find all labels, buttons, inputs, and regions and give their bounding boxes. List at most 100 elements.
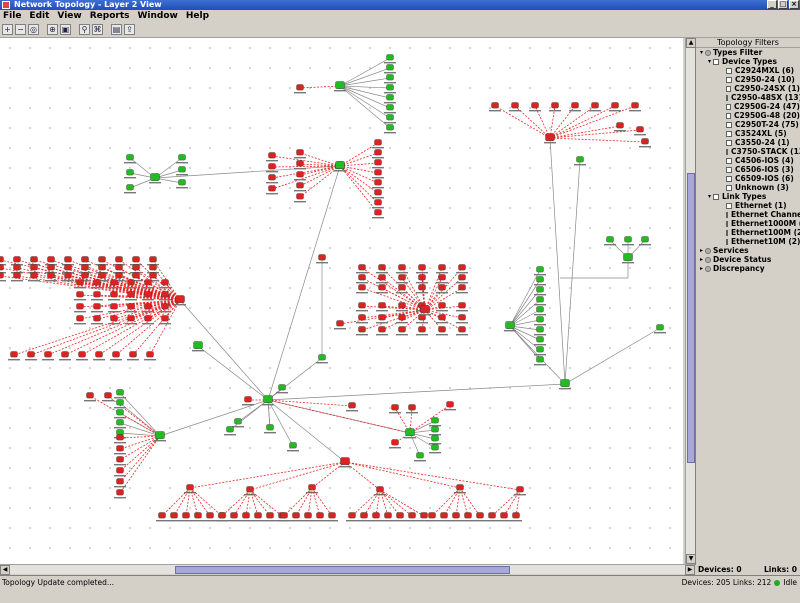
device-node-down[interactable] xyxy=(408,404,416,411)
device-node-down[interactable] xyxy=(98,272,106,279)
device-type-checkbox[interactable] xyxy=(726,121,732,128)
device-node-down[interactable] xyxy=(500,512,508,519)
close-button[interactable]: × xyxy=(789,0,799,9)
device-node-down[interactable] xyxy=(440,512,448,519)
device-node-down[interactable] xyxy=(318,254,326,261)
link-line[interactable] xyxy=(549,125,621,139)
device-node-down[interactable] xyxy=(641,138,649,145)
device-node-down[interactable] xyxy=(116,456,124,463)
maximize-button[interactable]: □ xyxy=(778,0,788,9)
zoom-out-icon[interactable]: − xyxy=(15,24,26,35)
minimize-button[interactable]: _ xyxy=(767,0,777,9)
device-node-down[interactable] xyxy=(268,185,276,192)
device-node-down[interactable] xyxy=(81,256,89,263)
link-line[interactable] xyxy=(339,162,379,167)
device-node-down[interactable] xyxy=(30,256,38,263)
device-node-up[interactable] xyxy=(560,379,570,387)
device-types-node[interactable]: ▾ Device Types xyxy=(696,57,800,66)
device-node-down[interactable] xyxy=(296,193,304,200)
device-node-down[interactable] xyxy=(64,264,72,271)
device-node-down[interactable] xyxy=(418,284,426,291)
device-node-up[interactable] xyxy=(431,417,439,424)
device-node-down[interactable] xyxy=(545,133,555,141)
device-node-down[interactable] xyxy=(268,174,276,181)
link-line[interactable] xyxy=(379,489,401,517)
device-node-down[interactable] xyxy=(418,274,426,281)
link-line[interactable] xyxy=(311,461,346,489)
device-node-down[interactable] xyxy=(81,272,89,279)
device-node-up[interactable] xyxy=(178,154,186,161)
device-node-down[interactable] xyxy=(372,512,380,519)
link-line[interactable] xyxy=(509,279,541,327)
link-type-checkbox[interactable] xyxy=(726,229,728,236)
device-node-down[interactable] xyxy=(398,274,406,281)
device-type-item[interactable]: C6506-IOS (3) xyxy=(696,165,800,174)
device-node-up[interactable] xyxy=(624,236,632,243)
device-node-down[interactable] xyxy=(268,152,276,159)
device-node-down[interactable] xyxy=(340,457,350,465)
device-node-down[interactable] xyxy=(110,315,118,322)
link-type-checkbox[interactable] xyxy=(726,202,732,209)
device-node-down[interactable] xyxy=(98,264,106,271)
expand-icon[interactable]: ▸ xyxy=(698,246,705,255)
device-node-down[interactable] xyxy=(30,272,38,279)
device-node-down[interactable] xyxy=(110,303,118,310)
device-node-down[interactable] xyxy=(146,351,154,358)
device-node-down[interactable] xyxy=(13,272,21,279)
device-node-up[interactable] xyxy=(116,419,124,426)
device-node-down[interactable] xyxy=(398,326,406,333)
device-node-up[interactable] xyxy=(536,296,544,303)
link-line[interactable] xyxy=(89,395,161,437)
device-node-down[interactable] xyxy=(98,256,106,263)
device-node-down[interactable] xyxy=(358,284,366,291)
device-node-up[interactable] xyxy=(536,286,544,293)
device-node-down[interactable] xyxy=(374,169,382,176)
device-node-down[interactable] xyxy=(398,264,406,271)
device-node-up[interactable] xyxy=(126,154,134,161)
device-type-item[interactable]: C2950G-24 (47) xyxy=(696,102,800,111)
device-type-item[interactable]: C3750-STACK (13) xyxy=(696,147,800,156)
device-node-down[interactable] xyxy=(551,102,559,109)
device-node-up[interactable] xyxy=(431,444,439,451)
device-node-down[interactable] xyxy=(110,279,118,286)
device-node-down[interactable] xyxy=(206,512,214,519)
device-node-up[interactable] xyxy=(263,395,273,403)
link-types-checkbox[interactable] xyxy=(713,193,719,200)
device-node-down[interactable] xyxy=(47,264,55,271)
device-node-down[interactable] xyxy=(511,102,519,109)
device-node-down[interactable] xyxy=(458,326,466,333)
device-type-checkbox[interactable] xyxy=(726,103,731,110)
device-node-up[interactable] xyxy=(576,156,584,163)
device-node-down[interactable] xyxy=(115,272,123,279)
device-node-up[interactable] xyxy=(386,104,394,111)
device-node-down[interactable] xyxy=(488,512,496,519)
device-node-down[interactable] xyxy=(491,102,499,109)
device-node-down[interactable] xyxy=(296,160,304,167)
device-node-down[interactable] xyxy=(336,320,344,327)
device-node-down[interactable] xyxy=(438,314,446,321)
find-icon[interactable]: ⚲ xyxy=(79,24,90,35)
link-line[interactable] xyxy=(249,489,271,517)
device-node-up[interactable] xyxy=(656,324,664,331)
device-node-down[interactable] xyxy=(391,439,399,446)
device-node-down[interactable] xyxy=(115,264,123,271)
link-line[interactable] xyxy=(299,85,341,89)
device-node-down[interactable] xyxy=(398,314,406,321)
device-node-down[interactable] xyxy=(396,512,404,519)
link-line[interactable] xyxy=(379,489,413,517)
link-types-node[interactable]: ▾ Link Types xyxy=(696,192,800,201)
device-type-checkbox[interactable] xyxy=(726,85,732,92)
device-node-down[interactable] xyxy=(611,102,619,109)
menu-reports[interactable]: Reports xyxy=(90,10,130,22)
link-line[interactable] xyxy=(311,487,333,517)
device-node-down[interactable] xyxy=(132,264,140,271)
topology-graph[interactable] xyxy=(0,38,683,564)
device-node-up[interactable] xyxy=(116,429,124,436)
device-node-down[interactable] xyxy=(76,279,84,286)
device-node-up[interactable] xyxy=(335,81,345,89)
vertical-scroll-thumb[interactable] xyxy=(687,173,695,463)
device-node-up[interactable] xyxy=(178,166,186,173)
device-node-down[interactable] xyxy=(268,163,276,170)
device-node-down[interactable] xyxy=(116,445,124,452)
link-line[interactable] xyxy=(249,489,283,517)
